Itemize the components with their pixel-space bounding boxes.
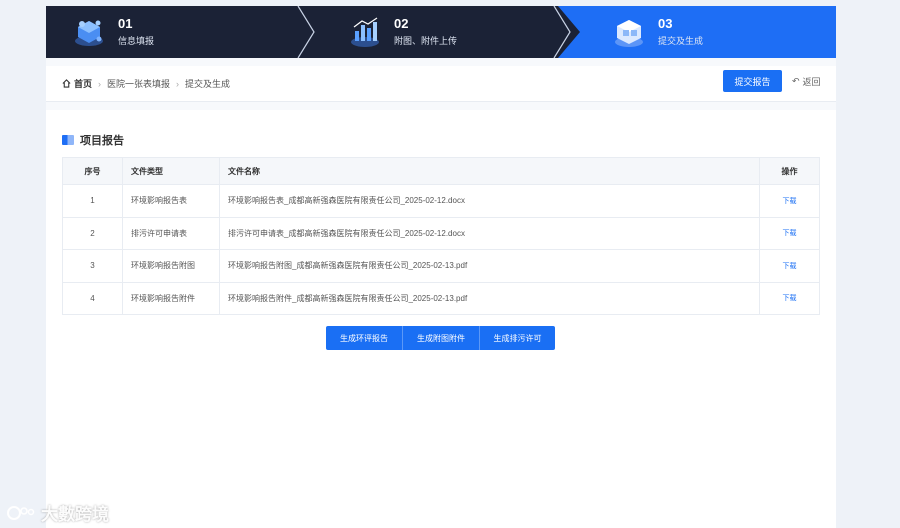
generate-eia-report-button[interactable]: 生成环评报告 — [326, 326, 403, 350]
cell-index: 4 — [62, 281, 123, 315]
generate-attachments-button[interactable]: 生成附图附件 — [403, 326, 480, 350]
return-arrow-icon: ↶ — [792, 75, 800, 86]
table-row: 1 环境影响报告表 环境影响报告表_成都高新强森医院有限责任公司_2025-02… — [62, 184, 820, 218]
step-label: 信息填报 — [118, 36, 155, 46]
back-label: 返回 — [802, 76, 821, 87]
breadcrumb-separator: › — [176, 78, 180, 89]
cell-filename: 排污许可申请表_成都高新强森医院有限责任公司_2025-02-12.docx — [219, 216, 760, 250]
generate-button-group: 生成环评报告 生成附图附件 生成排污许可 — [326, 326, 555, 350]
cell-type: 环境影响报告附图 — [122, 249, 220, 283]
table-row: 3 环境影响报告附图 环境影响报告附图_成都高新强森医院有限责任公司_2025-… — [62, 249, 820, 283]
step-submit-generate[interactable]: 03 提交及生成 — [558, 6, 836, 58]
cell-index: 3 — [62, 249, 123, 283]
document-cube-icon — [612, 15, 646, 49]
download-link[interactable]: 下载 — [783, 263, 797, 270]
progress-stepper: 01 信息填报 02 附图、附件上传 03 提交及生成 — [46, 6, 836, 58]
cube-network-icon — [72, 15, 106, 49]
cell-filename: 环境影响报告附图_成都高新强森医院有限责任公司_2025-02-13.pdf — [219, 249, 760, 283]
cell-filename: 环境影响报告表_成都高新强森医院有限责任公司_2025-02-12.docx — [219, 184, 760, 218]
section-title: 项目报告 — [62, 132, 124, 148]
cell-index: 2 — [62, 216, 123, 250]
watermark-logo-icon — [7, 505, 35, 520]
download-link[interactable]: 下载 — [783, 230, 797, 237]
breadcrumb-item[interactable]: 医院一张表填报 — [107, 77, 170, 90]
step-number: 02 — [394, 16, 409, 31]
back-link[interactable]: ↶ 返回 — [792, 70, 821, 92]
table-row: 4 环境影响报告附件 环境影响报告附件_成都高新强森医院有限责任公司_2025-… — [62, 281, 820, 315]
column-header-action: 操作 — [759, 157, 820, 185]
column-header-type: 文件类型 — [122, 157, 220, 185]
breadcrumb-home[interactable]: 首页 — [62, 77, 92, 90]
step-info-fill[interactable]: 01 信息填报 — [46, 6, 302, 58]
chart-upload-icon — [348, 15, 382, 49]
cell-type: 排污许可申请表 — [122, 216, 220, 250]
cell-type: 环境影响报告附件 — [122, 281, 220, 315]
section-title-text: 项目报告 — [80, 135, 124, 147]
table-row: 2 排污许可申请表 排污许可申请表_成都高新强森医院有限责任公司_2025-02… — [62, 216, 820, 250]
download-link[interactable]: 下载 — [783, 198, 797, 205]
breadcrumb-item-current: 提交及生成 — [185, 79, 231, 89]
cell-type: 环境影响报告表 — [122, 184, 220, 218]
step-number: 01 — [118, 16, 133, 31]
breadcrumb-bar: 首页 › 医院一张表填报 › 提交及生成 提交报告 ↶ 返回 — [46, 66, 836, 102]
breadcrumb-home-label: 首页 — [74, 79, 93, 89]
step-number: 03 — [658, 16, 673, 31]
submit-report-button[interactable]: 提交报告 — [723, 70, 782, 92]
column-header-name: 文件名称 — [219, 157, 760, 185]
step-label: 附图、附件上传 — [394, 36, 458, 46]
table-header-row: 序号 文件类型 文件名称 操作 — [62, 157, 820, 185]
step-attachments-upload[interactable]: 02 附图、附件上传 — [302, 6, 558, 58]
generate-permit-button[interactable]: 生成排污许可 — [480, 326, 555, 350]
section-marker-icon — [62, 135, 74, 145]
cell-index: 1 — [62, 184, 123, 218]
report-files-table: 序号 文件类型 文件名称 操作 1 环境影响报告表 环境影响报告表_成都高新强森… — [62, 157, 820, 315]
download-link[interactable]: 下载 — [783, 295, 797, 302]
column-header-index: 序号 — [62, 157, 123, 185]
step-label: 提交及生成 — [658, 36, 704, 46]
report-card: 项目报告 序号 文件类型 文件名称 操作 1 环境影响报告表 环境影响报告表_成… — [46, 110, 836, 528]
page-frame: 01 信息填报 02 附图、附件上传 03 提交及生成 首页 › 医院一张表填报… — [46, 6, 836, 528]
breadcrumb-separator: › — [98, 78, 102, 89]
watermark-text: 大數跨境 — [41, 505, 109, 524]
home-icon — [62, 79, 71, 88]
watermark: 大數跨境 — [6, 500, 109, 525]
cell-filename: 环境影响报告附件_成都高新强森医院有限责任公司_2025-02-13.pdf — [219, 281, 760, 315]
